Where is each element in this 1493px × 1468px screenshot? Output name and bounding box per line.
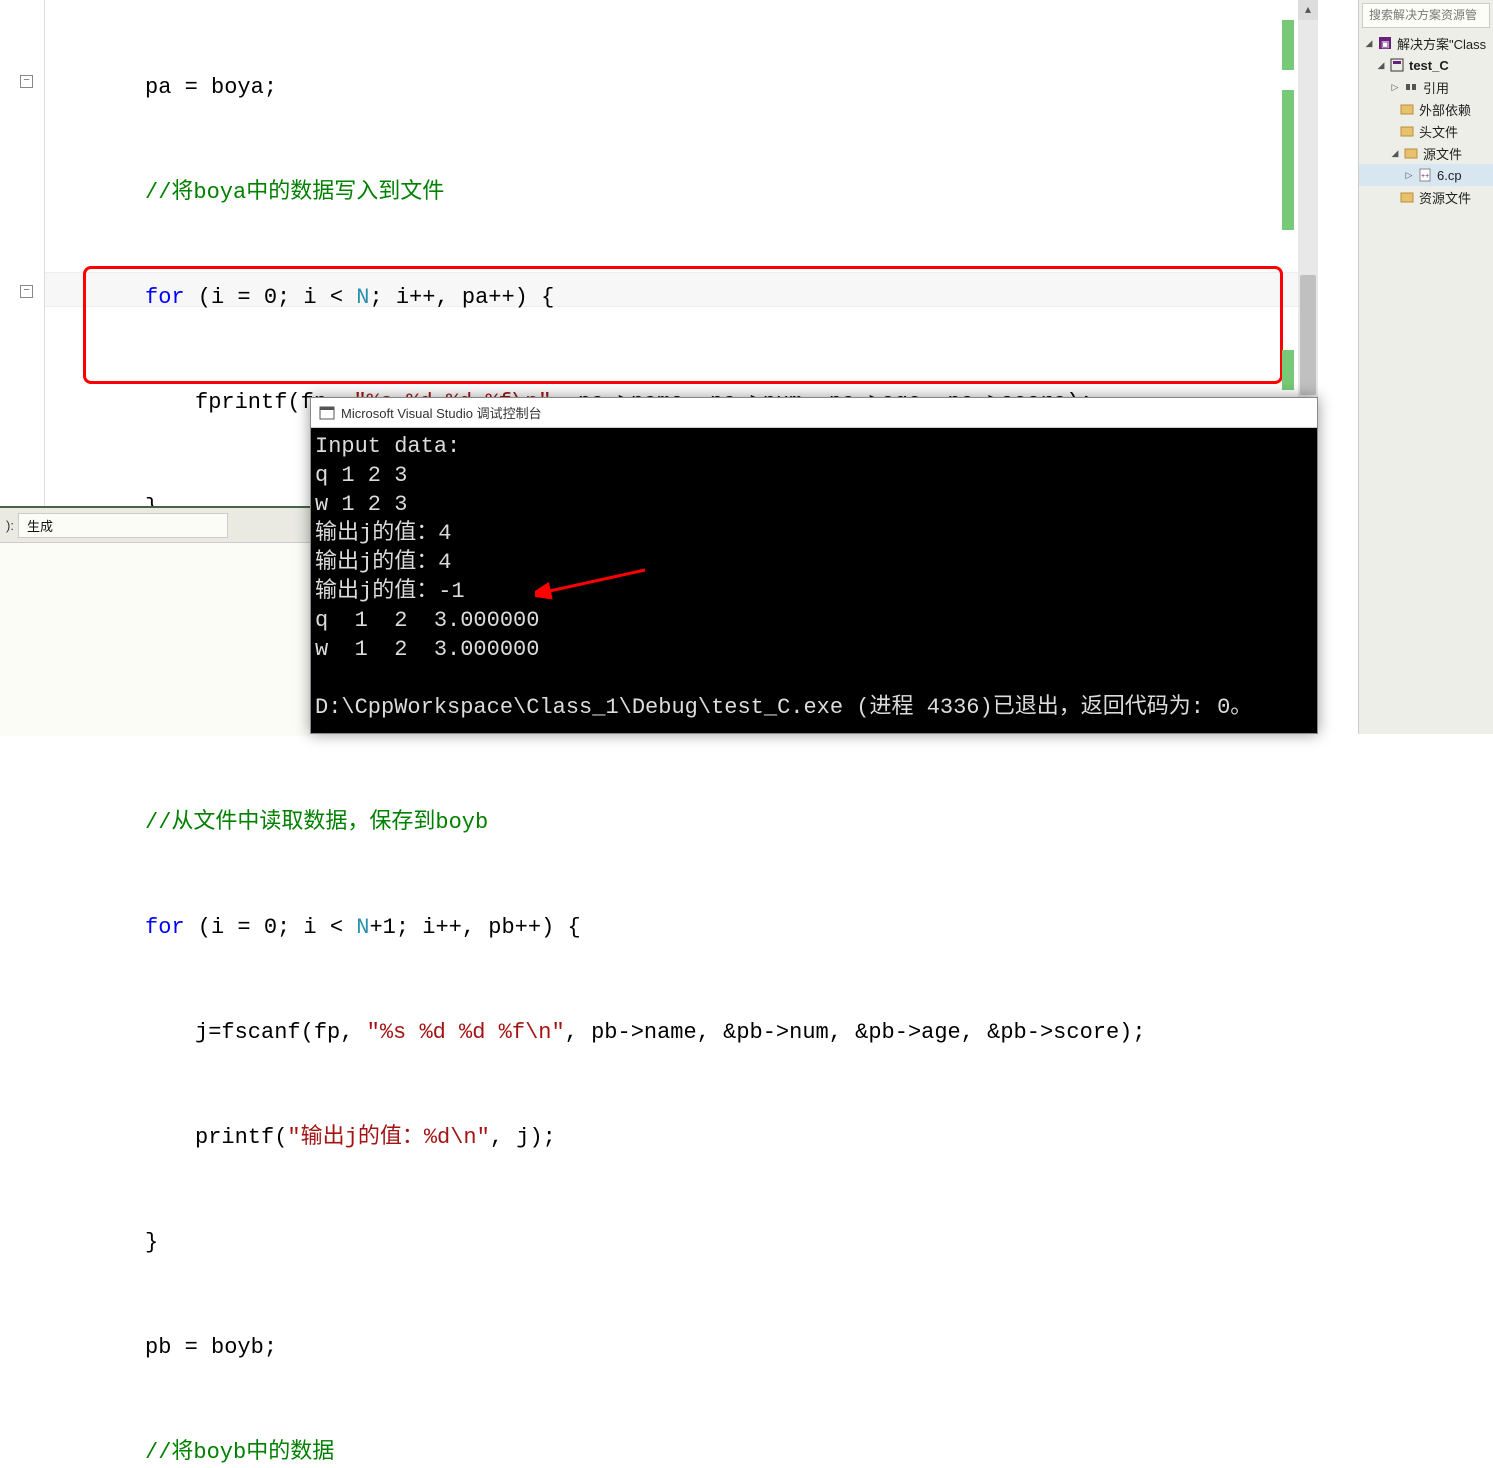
console-line: D:\CppWorkspace\Class_1\Debug\test_C.exe…: [315, 695, 1252, 720]
code-text: ; i++, pa++) {: [369, 285, 554, 310]
fold-icon[interactable]: −: [20, 75, 33, 88]
code-macro: N: [356, 285, 369, 310]
output-source-label: ):: [6, 518, 14, 533]
console-line: 输出j的值：-1: [315, 579, 465, 604]
folder-icon: [1403, 145, 1419, 161]
tree-item-file[interactable]: ▷ ++ 6.cp: [1359, 164, 1493, 186]
console-line: q 1 2 3: [315, 463, 407, 488]
tree-item-external-deps[interactable]: 外部依赖: [1359, 98, 1493, 120]
console-line: w 1 2 3: [315, 492, 407, 517]
output-body[interactable]: [0, 543, 310, 736]
code-text: j=fscanf(fp,: [195, 1020, 367, 1045]
change-marker: [1282, 20, 1294, 70]
project-icon: [1389, 57, 1405, 73]
solution-tree[interactable]: ◢ ▣ 解决方案"Class ◢ test_C ▷ 引用 外部依赖 头文件 ◢ …: [1359, 30, 1493, 210]
svg-text:▣: ▣: [1381, 39, 1390, 49]
code-string: "%s %d %d %f\n": [367, 1020, 565, 1045]
console-title-text: Microsoft Visual Studio 调试控制台: [341, 403, 542, 422]
search-placeholder-text: 搜索解决方案资源管: [1369, 8, 1477, 22]
solution-explorer[interactable]: 搜索解决方案资源管 ◢ ▣ 解决方案"Class ◢ test_C ▷ 引用 外…: [1358, 0, 1493, 734]
tree-item-source-files[interactable]: ◢ 源文件: [1359, 142, 1493, 164]
tree-label: 资源文件: [1419, 188, 1471, 207]
tree-item-resource-files[interactable]: 资源文件: [1359, 186, 1493, 208]
folder-icon: [1399, 101, 1415, 117]
svg-text:++: ++: [1421, 173, 1429, 180]
expander-icon[interactable]: ◢: [1375, 59, 1387, 71]
expander-icon[interactable]: ◢: [1363, 37, 1375, 49]
console-line: Input data:: [315, 434, 460, 459]
code-keyword: for: [145, 285, 185, 310]
scrollbar-thumb[interactable]: [1300, 275, 1316, 395]
code-comment: //将boya中的数据写入到文件: [145, 180, 444, 205]
output-source-combo[interactable]: 生成: [18, 513, 228, 538]
tree-label: test_C: [1409, 58, 1449, 73]
solution-search-input[interactable]: 搜索解决方案资源管: [1362, 3, 1490, 28]
expander-icon[interactable]: ▷: [1389, 81, 1401, 93]
change-marker: [1282, 90, 1294, 230]
tree-label: 6.cp: [1437, 168, 1462, 183]
console-line: 输出j的值：4: [315, 521, 451, 546]
output-panel: ): 生成: [0, 506, 310, 734]
cpp-file-icon: ++: [1417, 167, 1433, 183]
code-text: pb = boyb;: [145, 1335, 277, 1360]
console-output[interactable]: Input data: q 1 2 3 w 1 2 3 输出j的值：4 输出j的…: [311, 428, 1317, 726]
tree-label: 解决方案"Class: [1397, 34, 1486, 53]
solution-icon: ▣: [1377, 35, 1393, 51]
code-text: (i = 0; i <: [185, 285, 357, 310]
tree-label: 源文件: [1423, 144, 1462, 163]
output-source-value: 生成: [27, 519, 53, 534]
console-titlebar[interactable]: Microsoft Visual Studio 调试控制台: [311, 398, 1317, 428]
folder-icon: [1399, 123, 1415, 139]
fold-icon[interactable]: −: [20, 285, 33, 298]
code-text: printf(: [195, 1125, 287, 1150]
code-text: pa = boya;: [145, 75, 277, 100]
tree-item-header-files[interactable]: 头文件: [1359, 120, 1493, 142]
expander-icon[interactable]: ▷: [1403, 169, 1415, 181]
references-icon: [1403, 79, 1419, 95]
tree-item-solution[interactable]: ◢ ▣ 解决方案"Class: [1359, 32, 1493, 54]
code-text: , j);: [490, 1125, 556, 1150]
console-line: q 1 2 3.000000: [315, 608, 539, 633]
change-marker: [1282, 350, 1294, 390]
code-comment: //从文件中读取数据，保存到boyb: [145, 810, 488, 835]
tree-item-project[interactable]: ◢ test_C: [1359, 54, 1493, 76]
code-text: +1; i++, pb++) {: [369, 915, 580, 940]
folder-icon: [1399, 189, 1415, 205]
code-text: , pb->name, &pb->num, &pb->age, &pb->sco…: [565, 1020, 1146, 1045]
tree-item-references[interactable]: ▷ 引用: [1359, 76, 1493, 98]
console-line: 输出j的值：4: [315, 550, 451, 575]
console-line: w 1 2 3.000000: [315, 637, 539, 662]
code-string: "输出j的值：%d\n": [287, 1125, 489, 1150]
scroll-up-icon[interactable]: ▴: [1298, 0, 1318, 20]
tree-label: 头文件: [1419, 122, 1458, 141]
code-text: (i = 0; i <: [185, 915, 357, 940]
tree-label: 外部依赖: [1419, 100, 1471, 119]
tree-label: 引用: [1423, 78, 1449, 97]
code-keyword: for: [145, 915, 185, 940]
expander-icon[interactable]: ◢: [1389, 147, 1401, 159]
code-text: }: [145, 1230, 158, 1255]
debug-console-window[interactable]: Microsoft Visual Studio 调试控制台 Input data…: [310, 397, 1318, 734]
code-comment: //将boyb中的数据: [145, 1440, 334, 1465]
output-toolbar: ): 生成: [0, 508, 310, 543]
console-app-icon: [319, 405, 335, 421]
code-macro: N: [356, 915, 369, 940]
